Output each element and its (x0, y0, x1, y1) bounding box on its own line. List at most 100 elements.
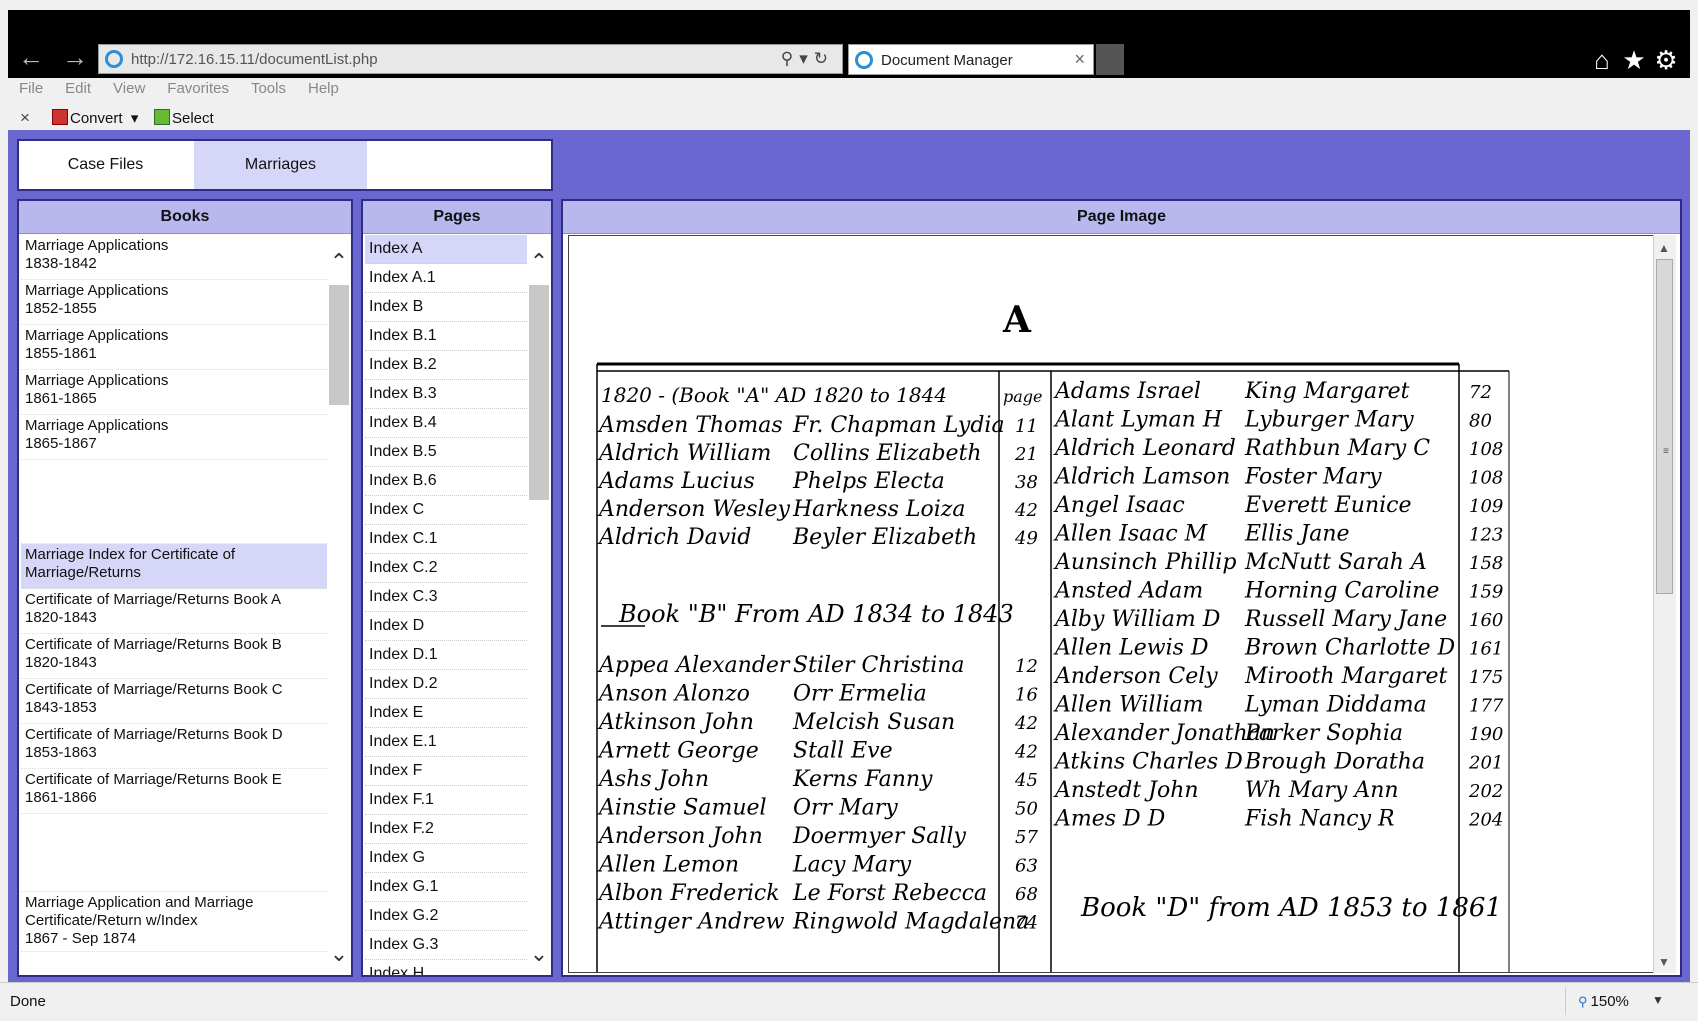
list-item[interactable]: Certificate of Marriage/Returns Book B 18… (21, 634, 327, 679)
menu-favorites[interactable]: Favorites (167, 80, 229, 97)
url-text[interactable]: http://172.16.15.11/documentList.php (131, 51, 378, 68)
pages-scrollbar[interactable]: ⌃ ⌄ (527, 235, 551, 975)
select-button[interactable]: Select (154, 109, 214, 127)
tab-title: Document Manager (881, 52, 1013, 69)
list-item-selected[interactable]: Marriage Index for Certificate of Marriag… (21, 544, 327, 589)
menu-tools[interactable]: Tools (251, 80, 286, 97)
scroll-up-icon[interactable]: ▲ (1658, 241, 1670, 255)
select-icon (154, 109, 170, 125)
forward-arrow-icon[interactable]: → (62, 44, 88, 70)
list-item[interactable]: Index D (365, 612, 527, 641)
scroll-thumb[interactable] (329, 285, 349, 405)
address-bar[interactable]: http://172.16.15.11/documentList.php ⚲▾↻ (98, 44, 843, 74)
menu-file[interactable]: File (19, 80, 43, 97)
list-item-selected[interactable]: Index A (365, 235, 527, 264)
ledger-right-row-name: Aldrich Leonard (1053, 436, 1236, 461)
home-icon[interactable]: ⌂ (1588, 46, 1616, 74)
ledger-right-row-spouse: Lyman Diddama (1244, 693, 1427, 718)
ledger-right-row-page: 158 (1469, 553, 1503, 574)
list-item[interactable]: Index B.4 (365, 409, 527, 438)
list-item[interactable]: Index B.5 (365, 438, 527, 467)
ledger-right-row-page: 108 (1469, 439, 1503, 460)
ledger-right-row-page: 80 (1469, 411, 1492, 432)
tab-marriages[interactable]: Marriages (194, 141, 367, 189)
search-refresh-icons[interactable]: ⚲▾↻ (781, 49, 834, 69)
ledger-left-row-page: 49 (1014, 528, 1038, 549)
list-item[interactable]: Index E.1 (365, 728, 527, 757)
books-scrollbar[interactable]: ⌃ ⌄ (327, 235, 351, 975)
list-item[interactable]: Index G.1 (365, 873, 527, 902)
list-item[interactable]: Marriage Application and Marriage Certifi… (21, 892, 327, 952)
list-item[interactable]: Certificate of Marriage/Returns Book D 18… (21, 724, 327, 769)
list-item[interactable]: Index F (365, 757, 527, 786)
ledger-right-row-name: Atkins Charles D (1053, 750, 1243, 775)
list-item[interactable]: Index C (365, 496, 527, 525)
list-item[interactable]: Index G (365, 844, 527, 873)
list-item[interactable]: Index B.2 (365, 351, 527, 380)
list-item[interactable]: Index D.2 (365, 670, 527, 699)
list-item[interactable]: Certificate of Marriage/Returns Book A 18… (21, 589, 327, 634)
ie-logo-icon (855, 51, 873, 69)
list-item[interactable]: Index G.2 (365, 902, 527, 931)
list-item[interactable]: Index G.3 (365, 931, 527, 960)
browser-tab[interactable]: Document Manager × (848, 44, 1094, 75)
page-image-scrollbar[interactable]: ▲ ≡ ▼ (1653, 235, 1676, 973)
menu-view[interactable]: View (113, 80, 145, 97)
zoom-level[interactable]: ⚲ 150% (1578, 993, 1629, 1010)
ledger-right-row-spouse: Parker Sophia (1244, 721, 1403, 746)
list-item[interactable]: Index H (365, 960, 527, 975)
section-tabs: Case Files Marriages (17, 139, 553, 191)
menu-help[interactable]: Help (308, 80, 339, 97)
ledger-left-b-row-spouse: Stall Eve (793, 739, 893, 764)
ledger-right-row-page: 161 (1469, 639, 1503, 660)
new-tab-button[interactable] (1096, 44, 1124, 75)
close-tab-icon[interactable]: × (1074, 49, 1085, 70)
ledger-left-b-row-name: Ashs John (597, 767, 709, 792)
favorites-star-icon[interactable]: ★ (1620, 46, 1648, 74)
tab-case-files[interactable]: Case Files (19, 141, 192, 189)
list-item[interactable]: Index B.3 (365, 380, 527, 409)
ledger-right-row-name: Angel Isaac (1053, 493, 1185, 518)
list-item[interactable]: Marriage Applications 1852-1855 (21, 280, 327, 325)
list-item[interactable]: Index B (365, 293, 527, 322)
list-item[interactable]: Index A.1 (365, 264, 527, 293)
list-item[interactable]: Marriage Applications 1861-1865 (21, 370, 327, 415)
list-item[interactable]: Certificate of Marriage/Returns Book C 18… (21, 679, 327, 724)
ledger-left-b-row-name: Attinger Andrew (597, 910, 785, 935)
list-item[interactable]: Index C.3 (365, 583, 527, 612)
list-item[interactable]: Certificate of Marriage/Returns Book E 18… (21, 769, 327, 814)
scroll-up-icon[interactable]: ⌃ (527, 251, 551, 273)
list-item[interactable]: Marriage Applications 1838-1842 (21, 235, 327, 280)
list-item[interactable]: Index B.6 (365, 467, 527, 496)
list-item[interactable]: Index C.2 (365, 554, 527, 583)
scroll-thumb[interactable] (529, 285, 549, 500)
convert-button[interactable]: Convert ▾ (52, 109, 138, 127)
list-item[interactable]: Marriage Applications 1865-1867 (21, 415, 327, 460)
list-item[interactable]: Index F.1 (365, 786, 527, 815)
menu-edit[interactable]: Edit (65, 80, 91, 97)
scanned-page-image[interactable]: A 1820 - (Book "A" AD 1820 to 1844 page … (568, 235, 1658, 973)
list-item[interactable]: Index B.1 (365, 322, 527, 351)
ledger-left-b-row-spouse: Lacy Mary (792, 853, 912, 878)
settings-gear-icon[interactable]: ⚙ (1652, 46, 1680, 74)
ledger-left-row-name: Adams Lucius (597, 469, 755, 494)
scroll-down-icon[interactable]: ⌄ (527, 943, 551, 965)
convert-label: Convert (70, 110, 123, 127)
zoom-dropdown-icon[interactable]: ▼ (1652, 993, 1664, 1007)
scroll-thumb[interactable]: ≡ (1656, 259, 1673, 594)
list-item[interactable]: Index F.2 (365, 815, 527, 844)
scroll-down-icon[interactable]: ⌄ (327, 943, 351, 965)
ledger-right-row-spouse: Brown Charlotte D (1244, 636, 1456, 661)
list-item[interactable]: Marriage Applications 1855-1861 (21, 325, 327, 370)
back-arrow-icon[interactable]: ← (18, 44, 44, 70)
pdf-convert-icon (52, 109, 68, 125)
ledger-left-b-row-page: 57 (1015, 827, 1038, 848)
books-list: Marriage Applications 1838-1842 Marriage … (21, 235, 327, 975)
scroll-down-icon[interactable]: ▼ (1658, 955, 1670, 969)
list-item[interactable]: Index C.1 (365, 525, 527, 554)
list-item[interactable]: Index E (365, 699, 527, 728)
scroll-up-icon[interactable]: ⌃ (327, 251, 351, 273)
close-icon[interactable]: × (20, 108, 30, 128)
list-item[interactable]: Index D.1 (365, 641, 527, 670)
ledger-right-row-name: Anderson Cely (1053, 664, 1218, 689)
